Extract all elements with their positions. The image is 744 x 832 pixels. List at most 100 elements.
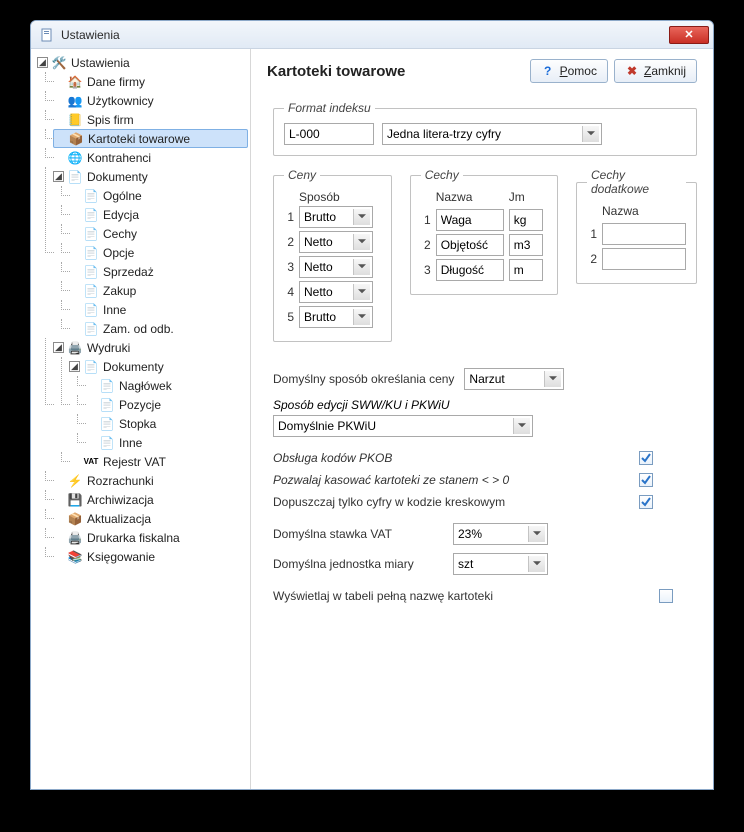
page-icon: 📄 (99, 397, 115, 413)
tree-drukarka-fiskalna[interactable]: 🖨️Drukarka fiskalna (53, 528, 248, 547)
tree-wyd-stopka[interactable]: 📄Stopka (85, 414, 248, 433)
default-vat-label: Domyślna stawka VAT (273, 527, 443, 541)
cecha-1-nazwa[interactable] (436, 209, 504, 231)
cecha-dod-1[interactable] (602, 223, 686, 245)
page-icon: 📄 (83, 321, 99, 337)
floppy-icon: 💾 (67, 492, 83, 508)
settings-window: Ustawienia ✕ ◢ 🛠️ Ustawienia 🏠Dane firmy (30, 20, 714, 790)
chk-pelna-nazwa-label: Wyświetlaj w tabeli pełną nazwę kartotek… (273, 589, 493, 603)
window-close-button[interactable]: ✕ (669, 26, 709, 44)
cena-3-combo[interactable]: Netto (299, 256, 373, 278)
tree-rozrachunki[interactable]: ⚡Rozrachunki (53, 471, 248, 490)
tree-kartoteki-towarowe[interactable]: 📦Kartoteki towarowe (53, 129, 248, 148)
cena-5-combo[interactable]: Brutto (299, 306, 373, 328)
tree-aktualizacja[interactable]: 📦Aktualizacja (53, 509, 248, 528)
legend-dodatkowe: Cechy dodatkowe (587, 168, 686, 196)
page-icon: 📄 (99, 378, 115, 394)
page-icon: 📄 (99, 416, 115, 432)
fieldset-cechy: Cechy NazwaJm 1 2 3 (410, 168, 558, 295)
default-price-combo[interactable]: Narzut (464, 368, 564, 390)
format-input[interactable] (284, 123, 374, 145)
tree-dok-zam[interactable]: 📄Zam. od odb. (69, 319, 248, 338)
tree-root-ustawienia[interactable]: ◢ 🛠️ Ustawienia (37, 53, 248, 72)
default-price-label: Domyślny sposób określania ceny (273, 372, 454, 386)
ledger-icon: 📚 (67, 549, 83, 565)
tree-dok-inne[interactable]: 📄Inne (69, 300, 248, 319)
users-icon: 👥 (67, 93, 83, 109)
page-icon: 📄 (83, 226, 99, 242)
page-icon: 📄 (83, 245, 99, 261)
tree-rejestr-vat[interactable]: VATRejestr VAT (69, 452, 248, 471)
default-vat-combo[interactable]: 23% (453, 523, 548, 545)
cena-1-combo[interactable]: Brutto (299, 206, 373, 228)
tree-wyd-inne[interactable]: 📄Inne (85, 433, 248, 452)
fieldset-cechy-dodatkowe: Cechy dodatkowe Nazwa 1 2 (576, 168, 697, 284)
cecha-1-jm[interactable] (509, 209, 543, 231)
fieldset-ceny: Ceny Sposób 1Brutto 2Netto 3Netto 4Netto… (273, 168, 392, 342)
page-icon: 📄 (83, 207, 99, 223)
tree-dok-ogolne[interactable]: 📄Ogólne (69, 186, 248, 205)
tree-wyd-pozycje[interactable]: 📄Pozycje (85, 395, 248, 414)
page-title: Kartoteki towarowe (267, 63, 530, 80)
legend-ceny: Ceny (284, 168, 320, 182)
tree-dane-firmy[interactable]: 🏠Dane firmy (53, 72, 248, 91)
tree-dok-zakup[interactable]: 📄Zakup (69, 281, 248, 300)
format-description-combo[interactable]: Jedna litera-trzy cyfry (382, 123, 602, 145)
bolt-icon: ⚡ (67, 473, 83, 489)
tree-wyd-dokumenty[interactable]: ◢📄Dokumenty (69, 357, 248, 376)
chk-kasowac[interactable] (639, 473, 653, 487)
tree-uzytkownicy[interactable]: 👥Użytkownicy (53, 91, 248, 110)
sww-label: Sposób edycji SWW/KU i PKWiU (273, 398, 697, 412)
close-button[interactable]: ✖ Zamknij (614, 59, 697, 83)
chk-pkob-label: Obsługa kodów PKOB (273, 451, 392, 465)
expand-toggle[interactable]: ◢ (69, 361, 80, 372)
cena-4-combo[interactable]: Netto (299, 281, 373, 303)
fieldset-format-indeksu: Format indeksu Jedna litera-trzy cyfry (273, 101, 697, 156)
chk-kasowac-label: Pozwalaj kasować kartoteki ze stanem < >… (273, 473, 509, 487)
tree-archiwizacja[interactable]: 💾Archiwizacja (53, 490, 248, 509)
sww-combo[interactable]: Domyślnie PKWiU (273, 415, 533, 437)
window-title: Ustawienia (61, 28, 120, 42)
page-icon: 📄 (99, 435, 115, 451)
tree-dok-opcje[interactable]: 📄Opcje (69, 243, 248, 262)
tree-dok-sprzedaz[interactable]: 📄Sprzedaż (69, 262, 248, 281)
chk-pelna-nazwa[interactable] (659, 589, 673, 603)
main-panel: Kartoteki towarowe ? Pomoc ✖ Zamknij For… (251, 49, 713, 789)
ceny-header: Sposób (299, 190, 381, 204)
globe-icon: 🌐 (67, 150, 83, 166)
tree-wyd-naglowek[interactable]: 📄Nagłówek (85, 376, 248, 395)
tree-kontrahenci[interactable]: 🌐Kontrahenci (53, 148, 248, 167)
cecha-3-jm[interactable] (509, 259, 543, 281)
settings-tree[interactable]: ◢ 🛠️ Ustawienia 🏠Dane firmy 👥Użytkownicy… (33, 53, 248, 566)
printer-fiscal-icon: 🖨️ (67, 530, 83, 546)
chk-kreskowy[interactable] (639, 495, 653, 509)
expand-toggle[interactable]: ◢ (53, 171, 64, 182)
close-icon: ✖ (625, 64, 639, 78)
sidebar: ◢ 🛠️ Ustawienia 🏠Dane firmy 👥Użytkownicy… (31, 49, 251, 789)
cecha-dod-2[interactable] (602, 248, 686, 270)
documents-icon: 📄 (67, 169, 83, 185)
cena-2-combo[interactable]: Netto (299, 231, 373, 253)
help-button[interactable]: ? Pomoc (530, 59, 608, 83)
tree-ksiegowanie[interactable]: 📚Księgowanie (53, 547, 248, 566)
help-icon: ? (541, 64, 555, 78)
box-icon: 📦 (68, 131, 84, 147)
default-jm-combo[interactable]: szt (453, 553, 548, 575)
tree-dok-cechy[interactable]: 📄Cechy (69, 224, 248, 243)
tree-dok-edycja[interactable]: 📄Edycja (69, 205, 248, 224)
cecha-2-nazwa[interactable] (436, 234, 504, 256)
cecha-3-nazwa[interactable] (436, 259, 504, 281)
expand-toggle[interactable]: ◢ (37, 57, 48, 68)
tree-dokumenty[interactable]: ◢📄Dokumenty (53, 167, 248, 186)
cecha-2-jm[interactable] (509, 234, 543, 256)
legend-cechy: Cechy (421, 168, 463, 182)
default-jm-label: Domyślna jednostka miary (273, 557, 443, 571)
expand-toggle[interactable]: ◢ (53, 342, 64, 353)
titlebar[interactable]: Ustawienia ✕ (31, 21, 713, 49)
tree-wydruki[interactable]: ◢🖨️Wydruki (53, 338, 248, 357)
book-icon: 📒 (67, 112, 83, 128)
tree-spis-firm[interactable]: 📒Spis firm (53, 110, 248, 129)
documents-icon: 📄 (83, 359, 99, 375)
printer-icon: 🖨️ (67, 340, 83, 356)
chk-pkob[interactable] (639, 451, 653, 465)
